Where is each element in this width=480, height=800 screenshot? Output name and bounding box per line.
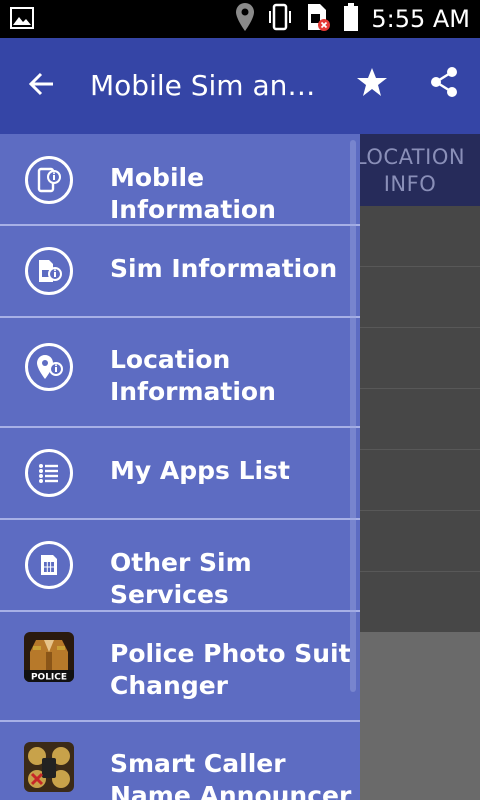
share-icon <box>431 67 457 97</box>
vibrate-icon <box>267 2 293 36</box>
arrow-left-icon <box>28 72 53 96</box>
drawer-item-smart-caller-name-announcer[interactable]: Smart Caller Name Announcer <box>0 722 360 800</box>
location-pin-icon <box>235 2 255 36</box>
app-title: Mobile Sim and Location Info <box>90 69 330 102</box>
police-suit-app-icon: POLICE <box>24 632 74 682</box>
list-item <box>340 328 480 389</box>
app-bar: Mobile Sim and Location Info <box>0 38 480 134</box>
image-icon <box>10 7 34 33</box>
drawer-item-label: My Apps List <box>110 456 290 485</box>
caller-announcer-app-icon <box>24 742 74 792</box>
drawer-item-label: Mobile Information <box>110 163 276 224</box>
drawer-item-label: Location Information <box>110 345 276 406</box>
favorite-button[interactable] <box>352 62 392 102</box>
battery-icon <box>343 2 359 36</box>
status-bar: 5:55 AM <box>0 0 480 38</box>
drawer-item-location-information[interactable]: Location Information <box>0 318 360 428</box>
list-item <box>340 267 480 328</box>
drawer-item-sim-information[interactable]: Sim Information <box>0 226 360 318</box>
drawer-item-mobile-information[interactable]: Mobile Information <box>0 134 360 226</box>
drawer-item-label: Sim Information <box>110 254 338 283</box>
list-item <box>340 450 480 511</box>
drawer-item-label: Smart Caller Name Announcer <box>110 749 352 800</box>
list-item <box>340 511 480 572</box>
app-screen: 5:55 AM Mobile Sim and Location Info <box>0 0 480 800</box>
tab-location-info[interactable]: LOCATION INFO <box>340 134 480 206</box>
list-item <box>340 389 480 450</box>
sim-error-icon <box>305 2 331 36</box>
drawer-item-label: Police Photo Suit Changer <box>110 639 351 700</box>
svg-text:POLICE: POLICE <box>31 673 67 683</box>
drawer-item-label: Other Sim Services <box>110 548 252 609</box>
status-time: 5:55 AM <box>371 5 470 33</box>
background-list <box>340 206 480 632</box>
drawer-item-my-apps-list[interactable]: My Apps List <box>0 428 360 520</box>
sim-info-icon <box>24 246 74 296</box>
navigation-drawer: Mobile Information Sim Information Locat… <box>0 134 360 800</box>
star-icon <box>357 68 387 96</box>
drawer-scrollbar[interactable] <box>350 140 356 692</box>
share-button[interactable] <box>424 62 464 102</box>
sim-card-icon <box>24 540 74 590</box>
drawer-item-police-photo-suit-changer[interactable]: POLICE Police Photo Suit Changer <box>0 612 360 722</box>
back-button[interactable] <box>22 64 62 104</box>
list-item <box>340 206 480 267</box>
drawer-item-other-sim-services[interactable]: Other Sim Services <box>0 520 360 612</box>
list-icon <box>24 448 74 498</box>
mobile-info-icon <box>24 155 74 205</box>
location-info-icon <box>24 342 74 392</box>
